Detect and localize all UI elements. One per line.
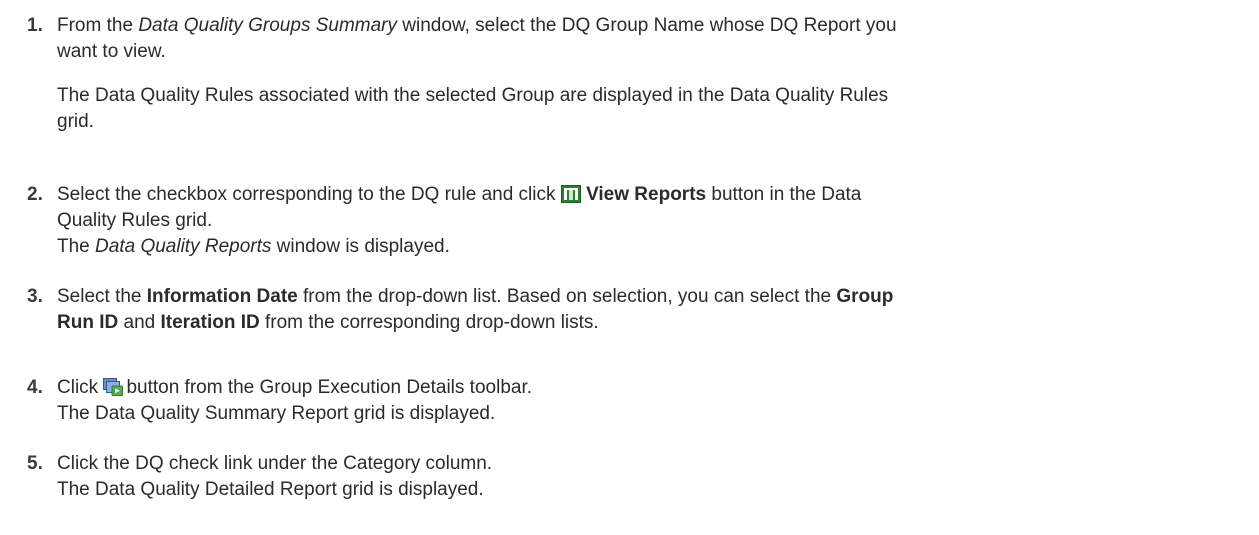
step-3-body: Select the Information Date from the dro… [57,284,1239,336]
step-1-para-2-line-2: grid. [57,111,94,132]
step-3-line-1: Select the Information Date from the dro… [57,284,1239,310]
step-number: 5. [27,453,43,474]
text-run: The [57,236,96,257]
step-1-body: From the Data Quality Groups Summary win… [57,13,1239,135]
step-1-line-1: From the Data Quality Groups Summary win… [57,13,1239,39]
step-2-body: Select the checkbox corresponding to the… [57,182,1239,260]
view-reports-icon [560,185,581,203]
window-name: Data Quality Groups Summary [138,15,398,36]
step-number: 1. [27,15,43,36]
field-name: Iteration ID [160,312,260,333]
text-run: window, select the DQ Group Name whose D… [397,15,897,36]
step-2-line-1: Select the checkbox corresponding to the… [57,182,1239,208]
document-page: 1. From the Data Quality Groups Summary … [0,0,1259,535]
text-run: From the [57,15,139,36]
text-run: Click [57,377,104,398]
text-run: Select the checkbox corresponding to the… [57,184,561,205]
text-run: window is displayed. [271,236,450,257]
field-name: Run ID [57,312,119,333]
field-name: Group [836,286,894,307]
step-1-para-2-line-1: The Data Quality Rules associated with t… [57,85,889,106]
execute-icon [103,378,124,396]
window-name: Data Quality Reports [95,236,272,257]
text-run: Select the [57,286,147,307]
button-name: View Reports [586,184,707,205]
step-4-line-2: The Data Quality Summary Report grid is … [57,403,496,424]
step-5-line-2: The Data Quality Detailed Report grid is… [57,479,484,500]
field-name: Information Date [146,286,298,307]
step-4-body: Click button from the Group Execution De… [57,375,1239,427]
text-run: and [118,312,161,333]
step-number: 2. [27,184,43,205]
text-run: button from the Group Execution Details … [126,377,533,398]
step-number: 4. [27,377,43,398]
step-5-line-1: Click the DQ check link under the Catego… [57,453,493,474]
text-run: from the corresponding drop-down lists. [259,312,599,333]
text-run: from the drop-down list. Based on select… [297,286,837,307]
step-3-line-2: Run ID and Iteration ID from the corresp… [57,310,1239,336]
step-number: 3. [27,286,43,307]
text-run: button in the Data [706,184,862,205]
step-4-line-1: Click button from the Group Execution De… [57,375,1239,401]
step-2-line-3: The Data Quality Reports window is displ… [57,234,1239,260]
step-5-body: Click the DQ check link under the Catego… [57,451,1239,503]
step-2-line-2: Quality Rules grid. [57,210,213,231]
step-1-line-2: want to view. [57,41,166,62]
